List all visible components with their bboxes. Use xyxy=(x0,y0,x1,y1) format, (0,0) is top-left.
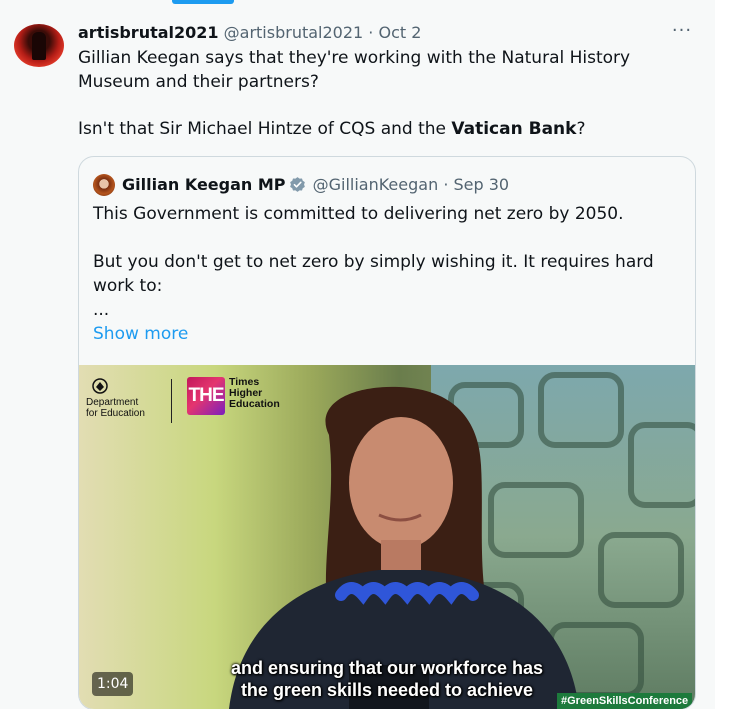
author-handle[interactable]: @artisbrutal2021 xyxy=(224,23,364,42)
tweet-text-prefix: Isn't that Sir Michael Hintze of CQS and… xyxy=(78,119,452,139)
tweet-text-bold: Vatican Bank xyxy=(451,119,577,139)
quoted-avatar[interactable] xyxy=(93,174,115,196)
video-player[interactable]: Department for Education THE Times Highe… xyxy=(79,365,695,709)
avatar-figure xyxy=(32,32,46,60)
separator-dot: · xyxy=(368,23,374,42)
quoted-header: Gillian Keegan MP @GillianKeegan · Sep 3… xyxy=(122,174,509,196)
verified-badge-icon xyxy=(289,177,305,192)
quoted-tweet[interactable]: Gillian Keegan MP @GillianKeegan · Sep 3… xyxy=(78,156,696,709)
show-more-link[interactable]: Show more xyxy=(93,322,188,346)
quoted-date[interactable]: Sep 30 xyxy=(454,175,510,194)
caption-line1: and ensuring that our workforce has xyxy=(230,658,544,678)
video-duration: 1:04 xyxy=(92,672,134,696)
tweet-text-line1: Gillian Keegan says that they're working… xyxy=(78,48,631,92)
quoted-separator: · xyxy=(443,175,449,194)
tweet-text-line2: Isn't that Sir Michael Hintze of CQS and… xyxy=(78,118,698,142)
tweet[interactable]: artisbrutal2021 @artisbrutal2021 · Oct 2… xyxy=(0,0,715,709)
quoted-author-name[interactable]: Gillian Keegan MP xyxy=(122,175,286,194)
tweet-date[interactable]: Oct 2 xyxy=(378,23,421,42)
tweet-text-suffix: ? xyxy=(576,119,586,139)
quoted-text-ellipsis: ... xyxy=(93,300,110,320)
page-scroll-area xyxy=(715,0,741,709)
author-name[interactable]: artisbrutal2021 xyxy=(78,23,219,42)
tweet-header: artisbrutal2021 @artisbrutal2021 · Oct 2 xyxy=(78,22,421,43)
quoted-text-line2: But you don't get to net zero by simply … xyxy=(93,252,654,296)
more-options-icon[interactable]: ··· xyxy=(670,20,694,44)
avatar[interactable] xyxy=(14,24,64,67)
quoted-author-handle[interactable]: @GillianKeegan xyxy=(313,175,439,194)
hashtag-overlay: #GreenSkillsConference xyxy=(557,693,693,709)
quoted-text-line1: This Government is committed to deliveri… xyxy=(93,204,624,224)
